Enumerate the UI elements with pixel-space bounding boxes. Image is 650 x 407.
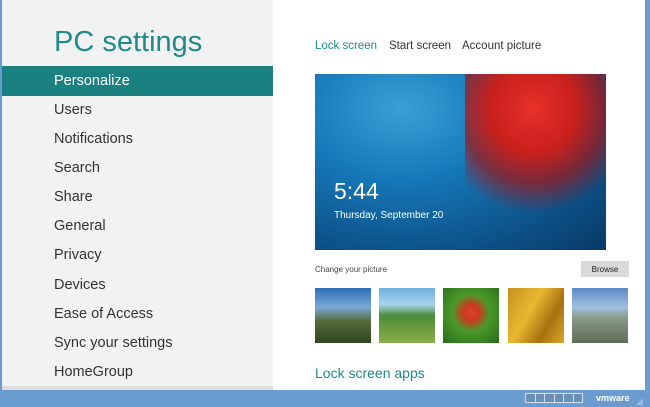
vm-device-icons[interactable]: [524, 392, 584, 404]
sidebar-item-sync[interactable]: Sync your settings: [2, 328, 273, 358]
sidebar-item-personalize[interactable]: Personalize: [2, 66, 273, 96]
sidebar-item-search[interactable]: Search: [2, 153, 273, 183]
sidebar-item-privacy[interactable]: Privacy: [2, 240, 273, 270]
tab-start-screen[interactable]: Start screen: [389, 40, 451, 52]
picture-thumbnail[interactable]: [379, 288, 435, 343]
page-title: PC settings: [54, 26, 203, 58]
tab-lock-screen[interactable]: Lock screen: [315, 40, 377, 52]
browse-button[interactable]: Browse: [581, 261, 629, 277]
sidebar-scroll-edge: [2, 386, 273, 390]
sidebar-item-share[interactable]: Share: [2, 182, 273, 212]
tab-account-picture[interactable]: Account picture: [462, 40, 541, 52]
vmware-logo: vmware: [596, 393, 630, 403]
sidebar-item-notifications[interactable]: Notifications: [2, 124, 273, 154]
sidebar-item-general[interactable]: General: [2, 211, 273, 241]
picture-thumbnail[interactable]: [443, 288, 499, 343]
lock-date: Thursday, September 20: [334, 210, 444, 221]
sidebar-item-users[interactable]: Users: [2, 95, 273, 125]
lock-screen-preview: 5:44 Thursday, September 20: [315, 74, 606, 250]
pc-settings-window: PC settings Personalize Users Notificati…: [2, 0, 645, 390]
change-picture-label: Change your picture: [315, 265, 388, 274]
picture-thumbnail[interactable]: [315, 288, 371, 343]
picture-thumbnail[interactable]: [508, 288, 564, 343]
main-content: Lock screen Start screen Account picture…: [273, 0, 645, 390]
lock-time: 5:44: [334, 178, 379, 204]
sidebar-item-homegroup[interactable]: HomeGroup: [2, 357, 273, 387]
sidebar: PC settings Personalize Users Notificati…: [2, 0, 273, 390]
coral-image: [465, 74, 606, 214]
resize-grip-icon[interactable]: ◢: [636, 396, 643, 407]
lock-screen-apps-heading: Lock screen apps: [315, 365, 425, 381]
picture-thumbnail[interactable]: [572, 288, 628, 343]
sidebar-item-ease-of-access[interactable]: Ease of Access: [2, 299, 273, 329]
sidebar-item-devices[interactable]: Devices: [2, 270, 273, 300]
